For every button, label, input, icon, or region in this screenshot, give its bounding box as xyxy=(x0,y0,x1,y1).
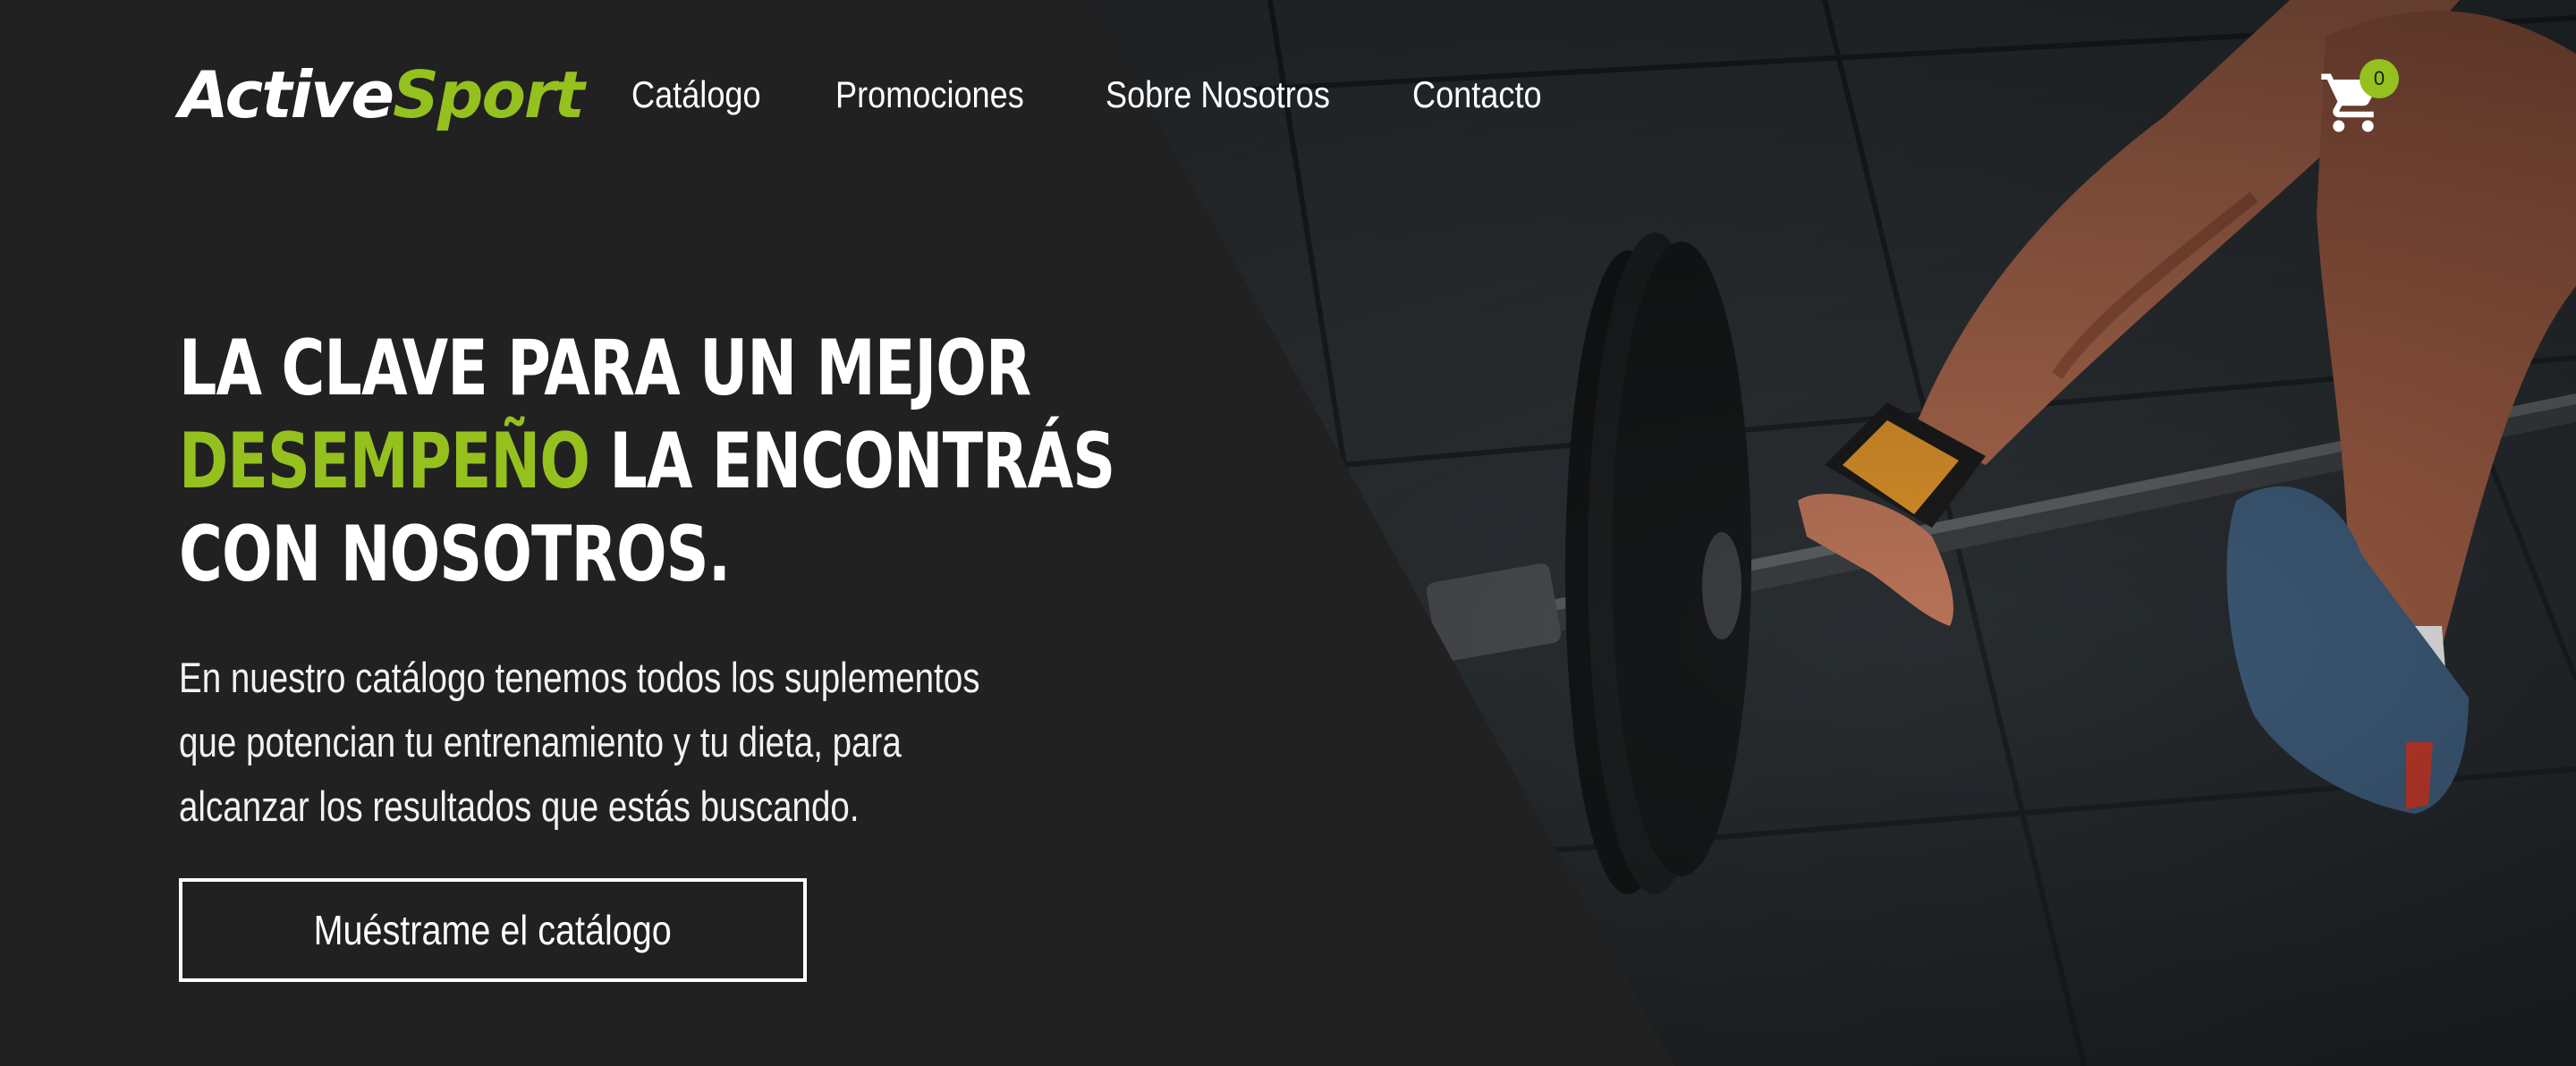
headline-accent: DESEMPEÑO xyxy=(179,417,590,506)
brand-logo-part2: Sport xyxy=(393,57,585,132)
brand-logo[interactable]: ActiveSport xyxy=(179,63,585,127)
nav-link-catalogo[interactable]: Catálogo xyxy=(631,73,761,116)
hero-headline: LA CLAVE PARA UN MEJOR DESEMPEÑO LA ENCON… xyxy=(179,322,1115,601)
hero-description: En nuestro catálogo tenemos todos los su… xyxy=(179,654,980,830)
nav-link-contacto[interactable]: Contacto xyxy=(1412,73,1542,116)
cart-count-badge: 0 xyxy=(2360,59,2399,98)
headline-line-2-rest: LA ENCONTRÁS xyxy=(589,417,1115,506)
show-catalog-button[interactable]: Muéstrame el catálogo xyxy=(179,878,807,982)
headline-line-3: CON NOSOTROS. xyxy=(179,510,731,599)
nav-link-sobre-nosotros[interactable]: Sobre Nosotros xyxy=(1106,73,1330,116)
nav-link-promociones[interactable]: Promociones xyxy=(835,73,1024,116)
brand-logo-part1: Active xyxy=(179,57,394,132)
show-catalog-button-label: Muéstrame el catálogo xyxy=(313,907,673,953)
headline-line-1: LA CLAVE PARA UN MEJOR xyxy=(179,324,1031,413)
